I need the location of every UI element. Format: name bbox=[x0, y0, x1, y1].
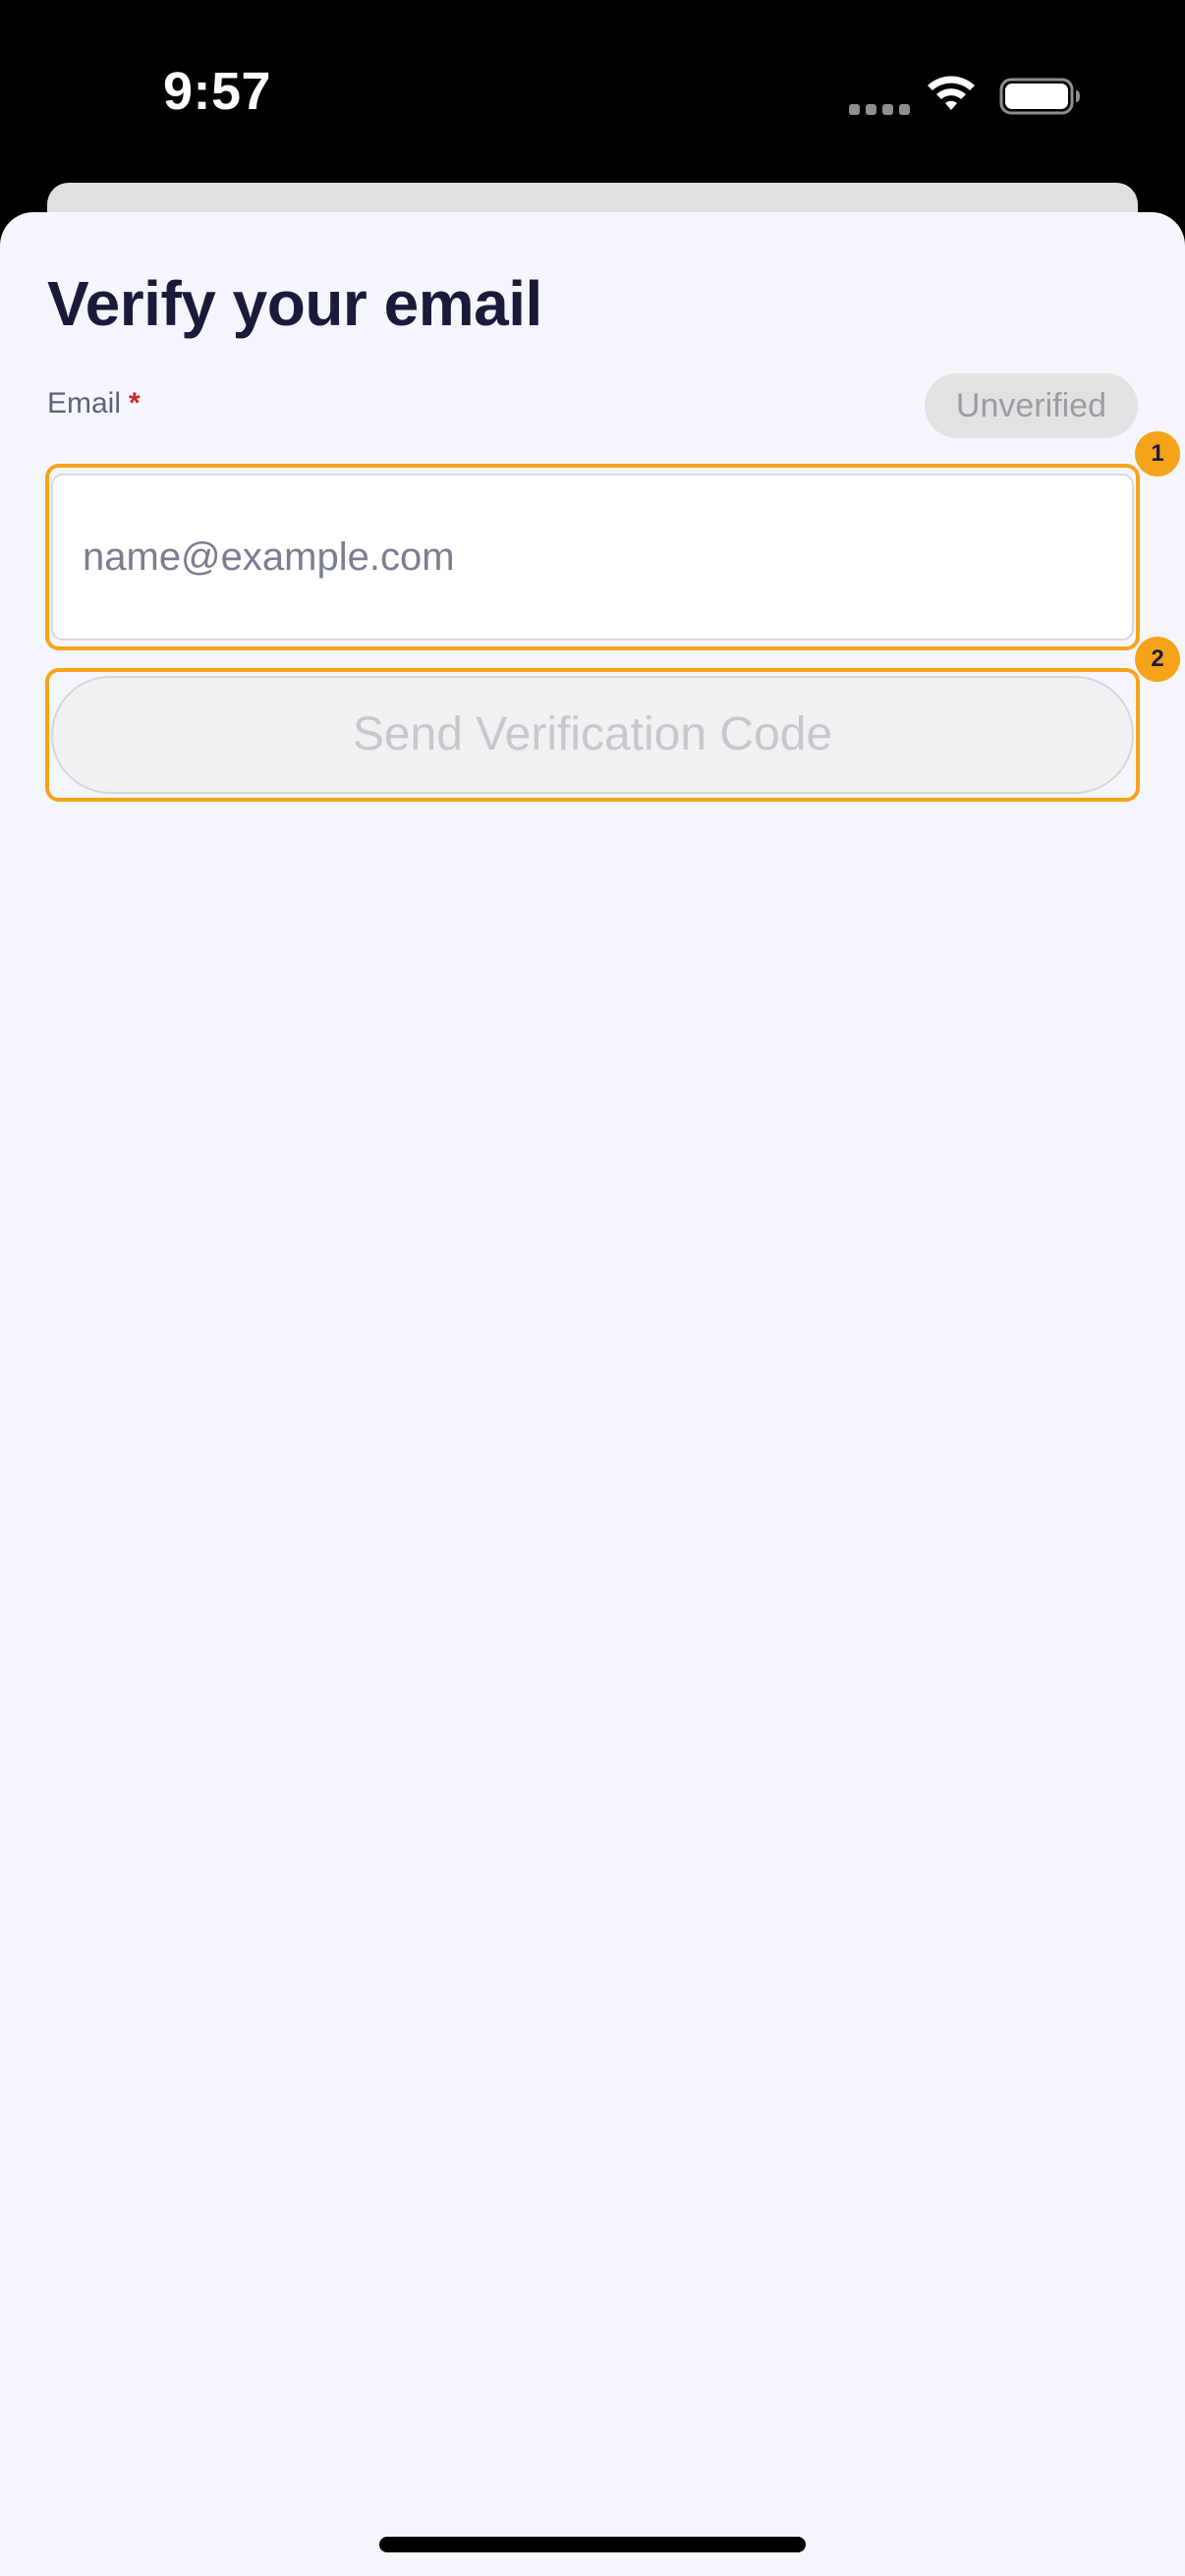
email-label-row: Email * Unverified bbox=[47, 373, 1138, 438]
verification-status-badge: Unverified bbox=[924, 373, 1138, 438]
signal-dots-icon bbox=[849, 104, 910, 115]
required-mark: * bbox=[129, 387, 141, 420]
app-screen: 9:57 Verify your email Email * Unverified… bbox=[0, 0, 1185, 2576]
email-label: Email * bbox=[47, 387, 141, 420]
marker-1-badge: 1 bbox=[1135, 431, 1180, 476]
email-input[interactable] bbox=[51, 474, 1134, 641]
wifi-icon bbox=[928, 76, 975, 110]
email-label-text: Email bbox=[47, 387, 122, 420]
home-indicator[interactable] bbox=[379, 2537, 806, 2552]
page-title: Verify your email bbox=[47, 268, 542, 339]
verify-email-sheet: Verify your email Email* Unverified 1 2 … bbox=[0, 212, 1185, 2576]
status-bar: 9:57 bbox=[0, 0, 1185, 187]
status-time: 9:57 bbox=[163, 62, 272, 121]
marker-2-badge: 2 bbox=[1135, 637, 1180, 682]
battery-icon bbox=[999, 78, 1080, 115]
send-verification-code-button[interactable]: Send Verification Code bbox=[51, 676, 1134, 794]
